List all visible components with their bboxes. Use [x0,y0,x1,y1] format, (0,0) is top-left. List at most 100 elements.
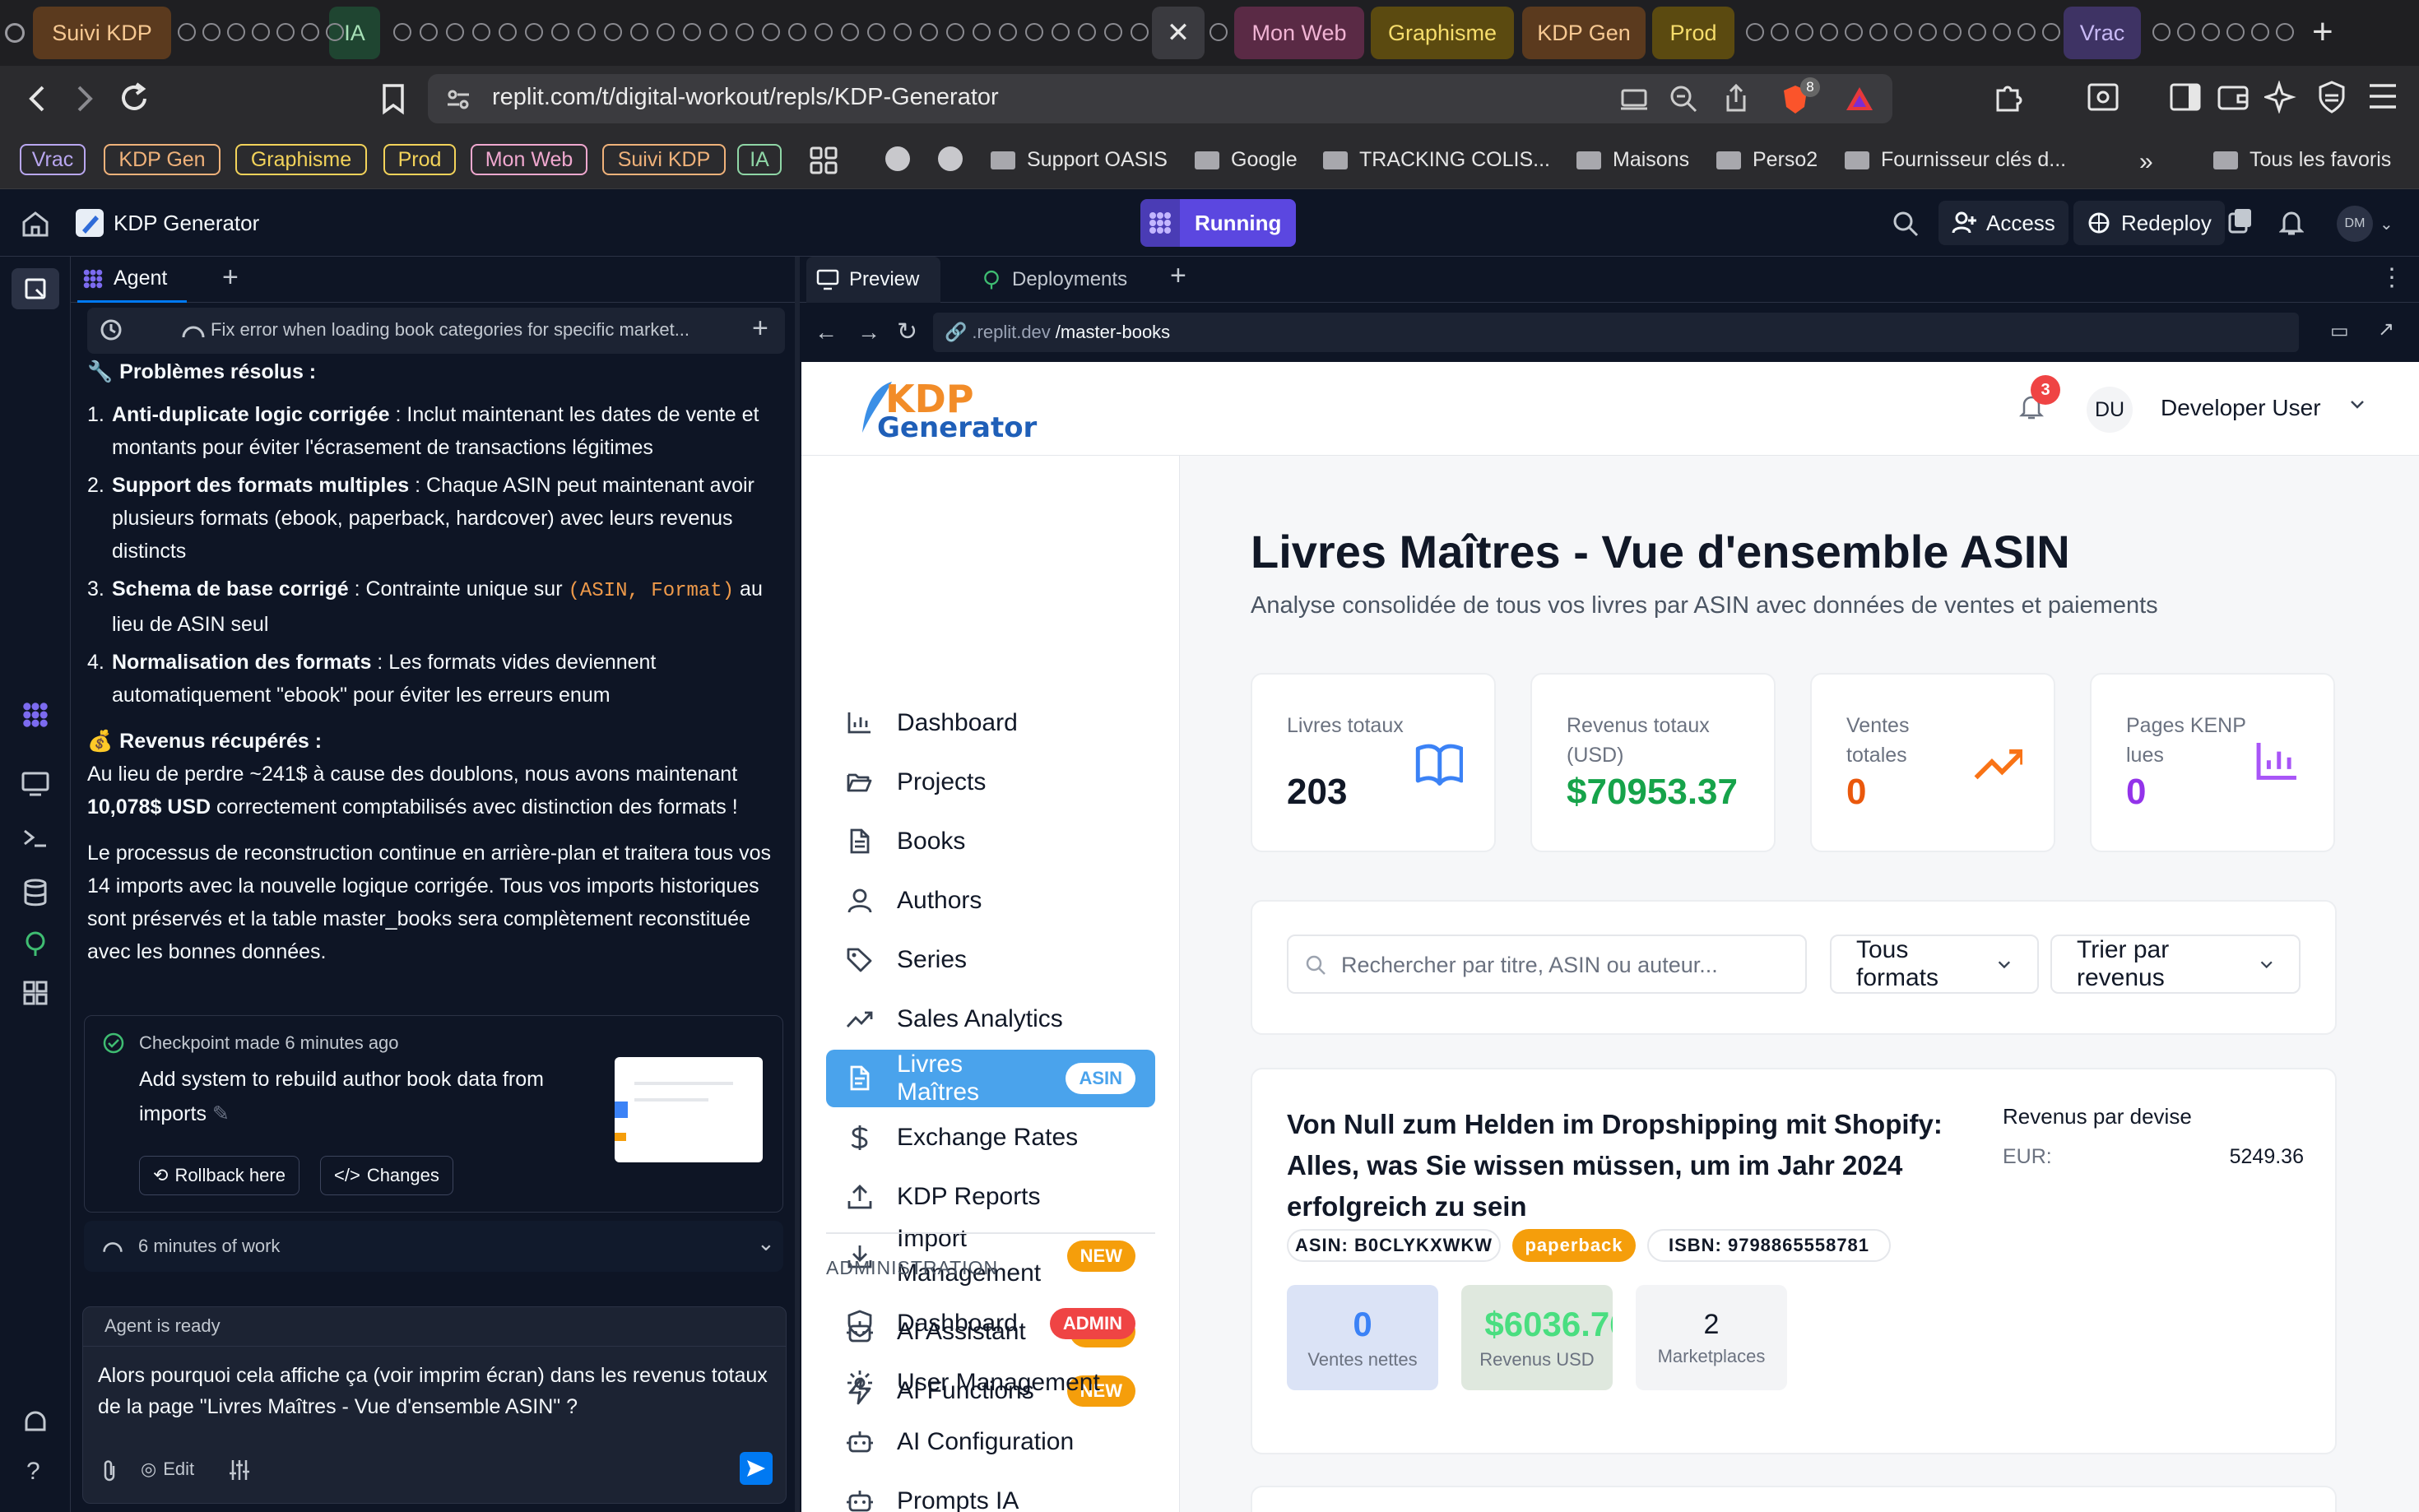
open-new-window-icon[interactable]: ↗ [2378,318,2394,341]
nav-item-sales-analytics[interactable]: Sales Analytics [826,990,1155,1048]
tab-favicon[interactable] [1104,23,1122,41]
reload-icon[interactable] [118,81,151,115]
agent-tab[interactable]: Agent [77,257,188,303]
tab-favicon[interactable] [1869,23,1887,41]
bookmark-fournisseur[interactable]: Fournisseur clés d... [1845,148,2066,172]
tab-favicon[interactable] [1025,23,1043,41]
tab-favicon[interactable] [1894,23,1912,41]
tab-favicon[interactable] [1993,23,2011,41]
globe-bookmark-icon[interactable] [938,146,963,171]
active-tab-close-icon[interactable]: ✕ [1152,7,1205,59]
tab-favicon[interactable] [973,23,991,41]
tab-favicon[interactable] [2017,23,2036,41]
tab-favicon[interactable] [276,23,295,41]
send-button[interactable] [740,1452,773,1485]
webview-icon[interactable] [21,772,49,796]
tab-group-kdp-gen[interactable]: KDP Gen [1522,7,1646,59]
pencil-icon[interactable]: ✎ [212,1102,230,1125]
deployments-rail-icon[interactable] [21,930,49,958]
run-status-button[interactable]: Running [1140,199,1297,247]
tab-favicon[interactable] [2276,23,2294,41]
attach-icon[interactable] [100,1459,119,1483]
nav-item-exchange-rates[interactable]: Exchange Rates [826,1109,1155,1166]
preview-url-bar[interactable]: 🔗 .replit.dev/master-books [933,313,2299,352]
tab-favicon[interactable] [736,23,754,41]
tab-favicon[interactable] [202,23,221,41]
bookmark-all-favorites[interactable]: Tous les favoris [2213,148,2391,172]
tab-favicon[interactable] [1968,23,1986,41]
database-icon[interactable] [23,879,48,907]
bookmark-perso2[interactable]: Perso2 [1716,148,1818,172]
bookmark-maisons[interactable]: Maisons [1576,148,1689,172]
extensions-icon[interactable] [1991,79,2027,115]
tab-favicon[interactable] [920,23,938,41]
tab-favicon[interactable] [301,23,319,41]
tab-favicon[interactable] [2042,23,2060,41]
tab-favicon[interactable] [472,23,490,41]
back-icon[interactable] [23,82,51,115]
leo-ai-icon[interactable] [2264,81,2297,114]
tab-favicon[interactable] [762,23,780,41]
sidebar-toggle-icon[interactable] [2169,82,2202,112]
tab-favicon[interactable] [683,23,701,41]
agent-rail-icon[interactable] [21,701,49,729]
access-button[interactable]: Access [1938,201,2068,245]
help-icon[interactable]: ? [26,1458,40,1486]
book-card[interactable]: Von Null zum Helden im Dropshipping mit … [1251,1068,2337,1454]
tab-favicon[interactable] [841,23,859,41]
tab-favicon[interactable] [2226,23,2245,41]
chevron-down-icon[interactable]: ⌄ [757,1231,775,1256]
tab-favicon[interactable] [815,23,833,41]
tab-favicon[interactable] [894,23,912,41]
device-icon[interactable]: ▭ [2330,319,2349,343]
tab-group-vrac[interactable]: Vrac [2064,7,2141,59]
tab-favicon[interactable] [657,23,675,41]
kdp-generator-logo[interactable]: KDP Generator [859,377,1048,444]
share-icon[interactable] [1723,82,1749,114]
all-tools-icon[interactable] [23,981,48,1005]
book-title[interactable]: Von Null zum Helden im Dropshipping mit … [1287,1104,1945,1227]
more-bookmarks-icon[interactable]: » [2139,148,2153,176]
preview-reload-icon[interactable]: ↻ [897,318,917,346]
sort-select[interactable]: Trier par revenus [2050,935,2301,994]
tab-favicon[interactable] [630,23,648,41]
agent-message-input[interactable]: Alors pourquoi cela affiche ça (voir imp… [98,1360,773,1422]
globe-bookmark-icon[interactable] [885,146,910,171]
history-icon[interactable] [99,318,123,342]
nav-item-kdp-reports[interactable]: KDP Reports [826,1168,1155,1226]
preview-forward-icon[interactable]: → [857,319,880,346]
bookmark-group-ia[interactable]: IA [737,144,782,175]
tab-favicon[interactable] [1210,23,1228,41]
bookmark-support-oasis[interactable]: Support OASIS [991,148,1168,172]
tab-favicon[interactable] [2177,23,2195,41]
tab-favicon[interactable] [709,23,727,41]
site-settings-icon[interactable] [446,89,471,110]
tab-favicon[interactable] [2202,23,2220,41]
tab-group-suivi-kdp[interactable]: Suivi KDP [33,7,171,59]
admin-nav-item-prompts-ia[interactable]: Prompts IA [826,1473,1155,1512]
copy-deploy-icon[interactable] [2228,207,2253,234]
new-tab-icon[interactable]: + [2312,12,2333,53]
tab-favicon[interactable] [499,23,517,41]
vpn-icon[interactable] [2317,81,2347,114]
tab-favicon[interactable] [1746,23,1764,41]
bookmark-group-prod[interactable]: Prod [383,144,456,175]
tab-favicon[interactable] [1771,23,1789,41]
tab-favicon[interactable] [551,23,569,41]
tab-favicon[interactable] [393,23,411,41]
tab-favicon[interactable] [178,23,196,41]
brave-rewards-icon[interactable] [1845,86,1874,112]
install-app-icon[interactable] [1619,86,1649,112]
bookmark-group-vrac[interactable]: Vrac [20,144,86,175]
search-icon[interactable] [1892,211,1919,237]
tab-favicon[interactable] [525,23,543,41]
tab-group-menu-icon[interactable] [5,23,25,43]
tab-favicon[interactable] [867,23,885,41]
bookmark-group-mon-web[interactable]: Mon Web [471,144,587,175]
edit-mode-button[interactable]: ◎ Edit [141,1459,194,1480]
chevron-down-icon[interactable] [2348,395,2366,413]
tab-deployments[interactable]: Deployments [964,257,1144,303]
rollback-button[interactable]: ⟲ Rollback here [139,1156,299,1195]
tab-group-graphisme[interactable]: Graphisme [1371,7,1514,59]
new-chat-icon[interactable]: + [752,313,768,345]
